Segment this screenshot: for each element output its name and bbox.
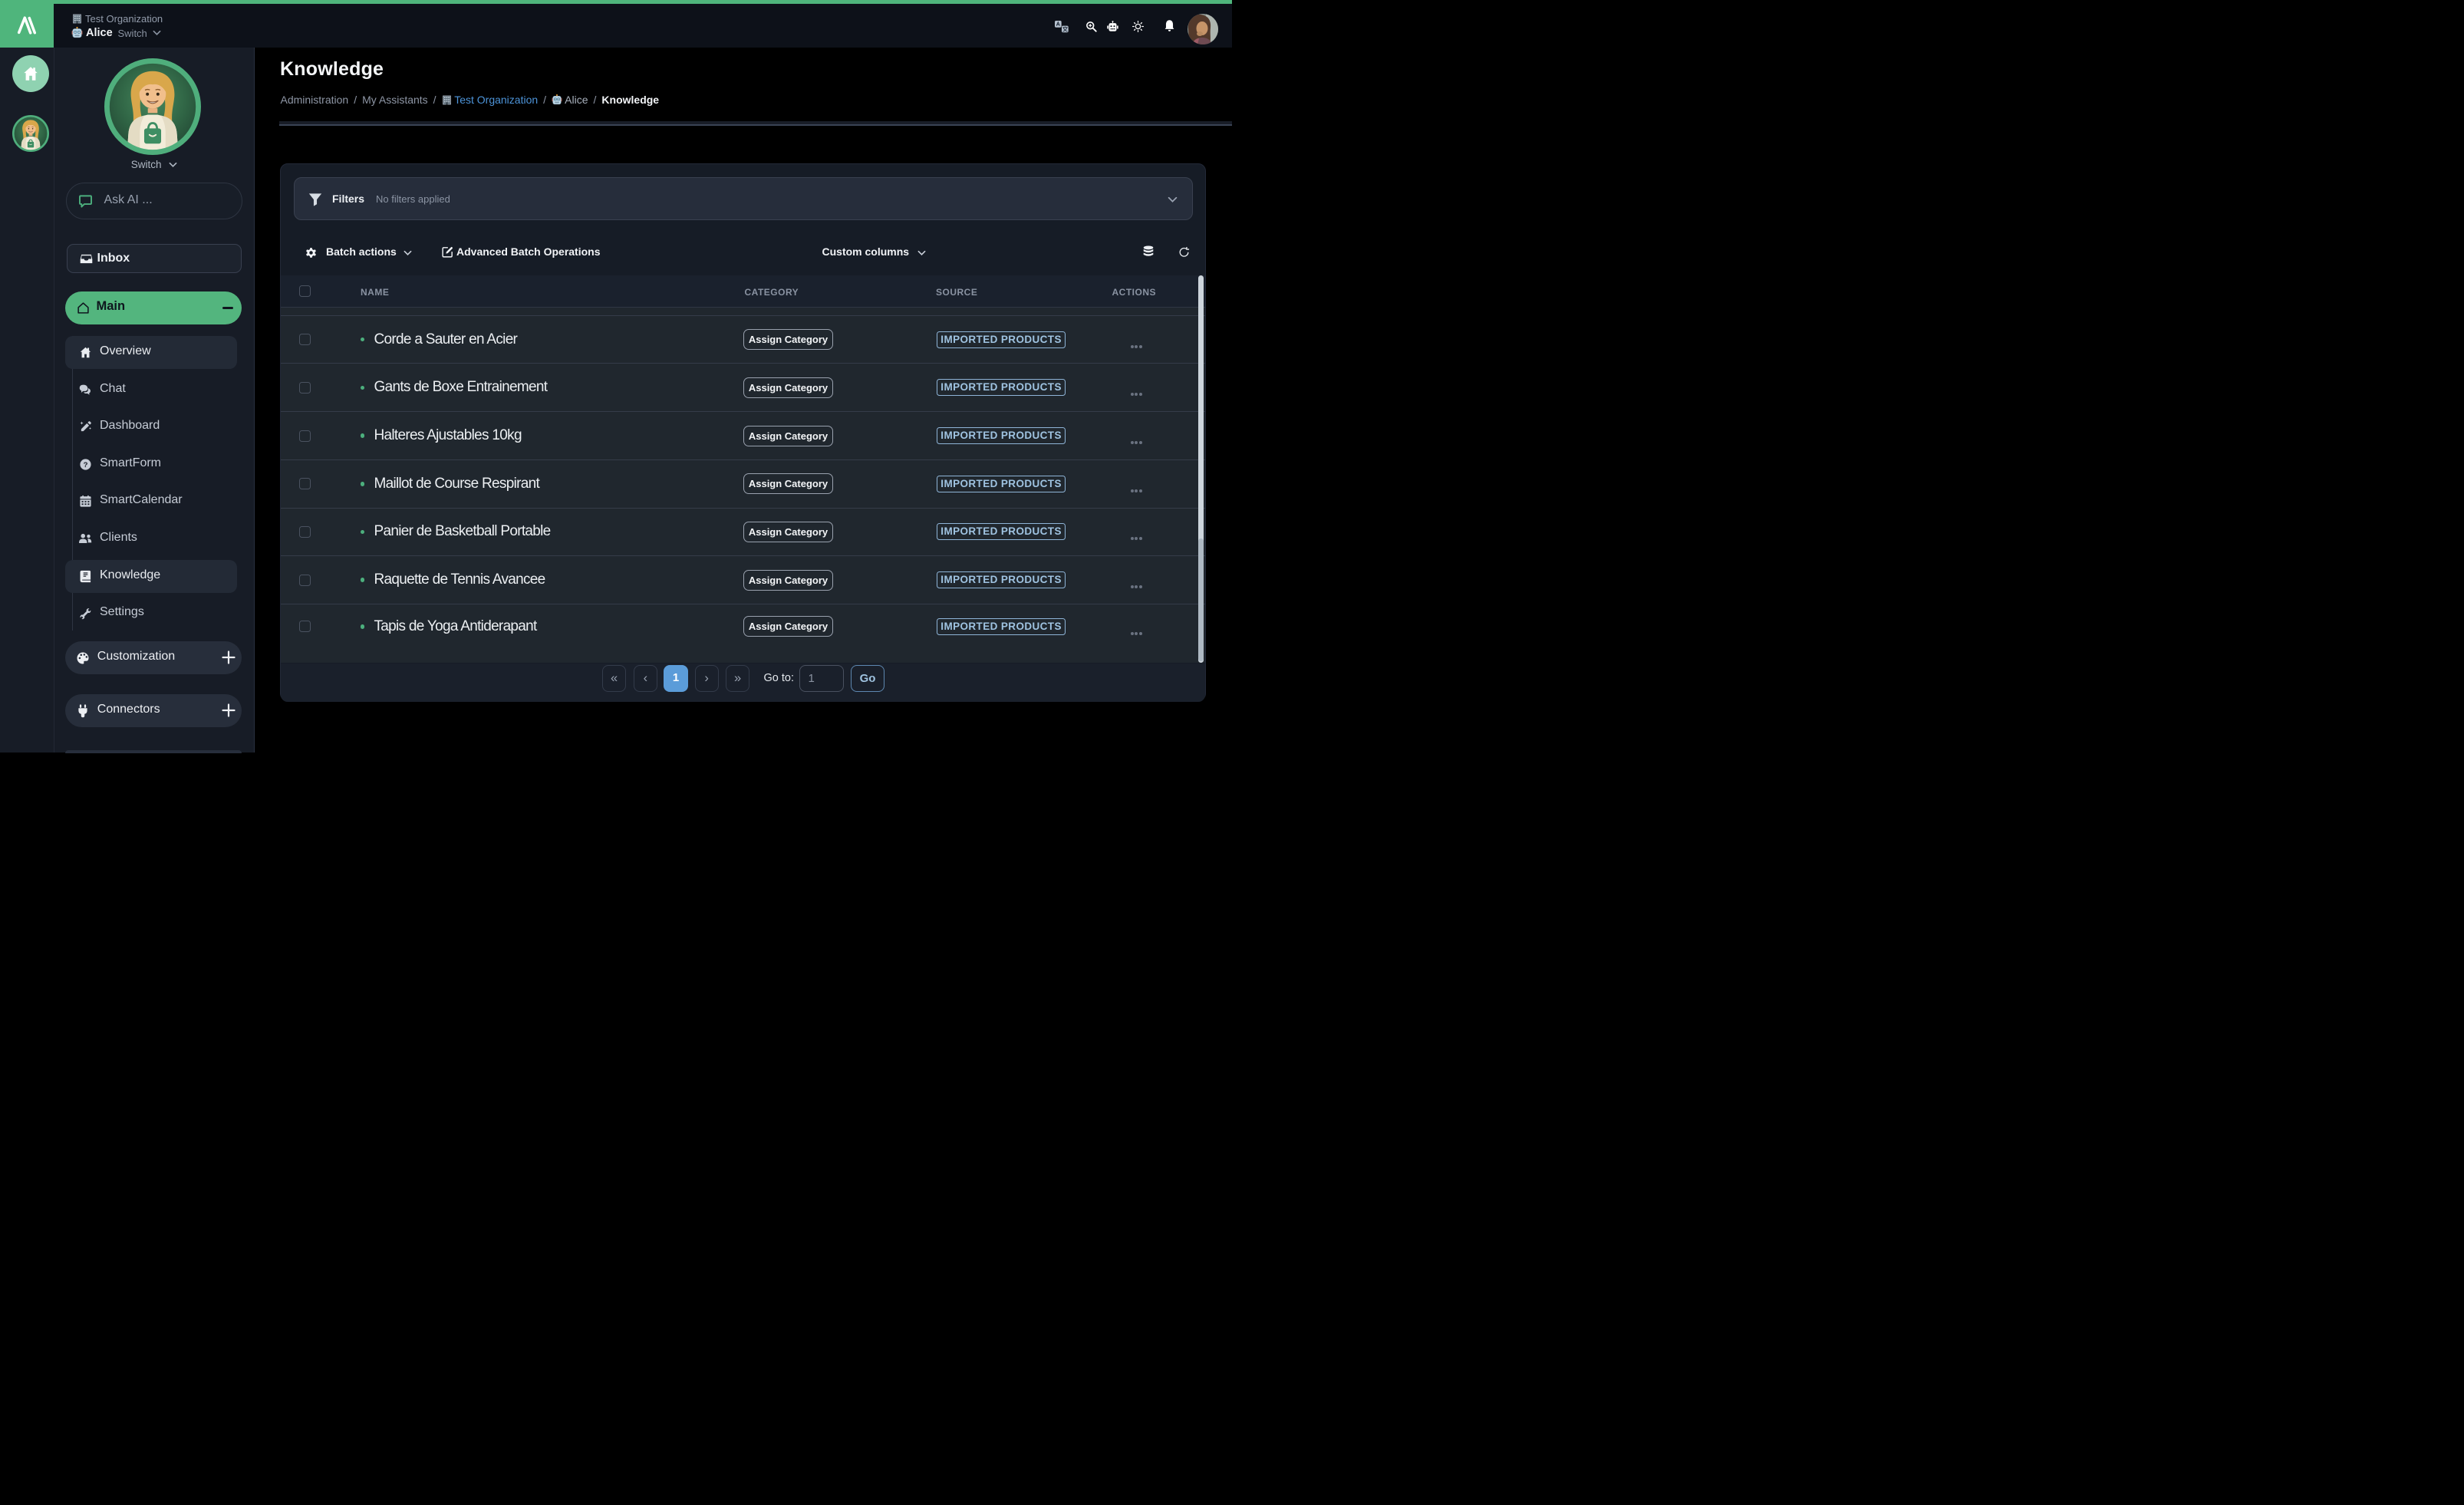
svg-text:?: ? xyxy=(83,460,87,469)
